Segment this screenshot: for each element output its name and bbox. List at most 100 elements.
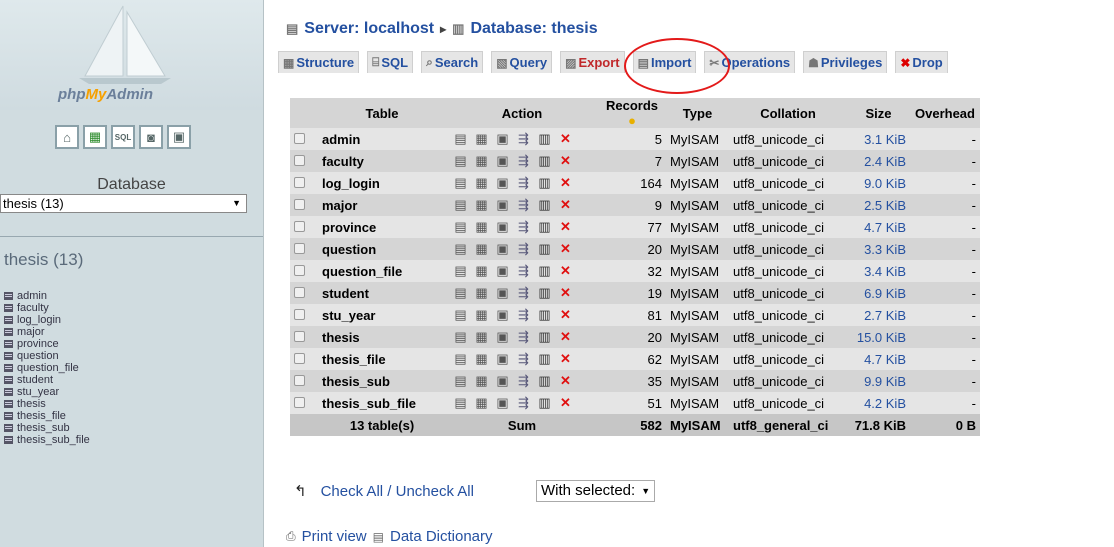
- table-list-item[interactable]: log_login: [4, 314, 90, 326]
- table-icon[interactable]: [4, 352, 13, 360]
- header-collation[interactable]: Collation: [729, 98, 847, 128]
- row-size[interactable]: 3.1 KiB: [847, 128, 910, 150]
- search-icon[interactable]: ▣: [492, 175, 513, 191]
- table-list-item[interactable]: question: [4, 350, 90, 362]
- structure-icon[interactable]: ▦: [471, 307, 492, 323]
- table-icon[interactable]: [4, 388, 13, 396]
- empty-icon[interactable]: ▥: [534, 307, 555, 323]
- empty-icon[interactable]: ▥: [534, 153, 555, 169]
- search-icon[interactable]: ▣: [492, 131, 513, 147]
- phpmyadmin-logo[interactable]: phpMyAdmin: [0, 0, 263, 110]
- row-size[interactable]: 2.5 KiB: [847, 194, 910, 216]
- table-list-item[interactable]: student: [4, 374, 90, 386]
- row-table-name[interactable]: thesis_sub: [318, 370, 446, 392]
- row-checkbox[interactable]: [294, 220, 305, 232]
- tab-drop[interactable]: ✖ Drop: [895, 51, 948, 73]
- row-checkbox[interactable]: [294, 242, 305, 254]
- home-icon[interactable]: ⌂: [55, 125, 79, 149]
- table-icon[interactable]: [4, 436, 13, 444]
- tab-operations[interactable]: ✂ Operations: [704, 51, 796, 73]
- table-icon[interactable]: [4, 412, 13, 420]
- table-icon[interactable]: [4, 424, 13, 432]
- drop-icon[interactable]: ✕: [555, 197, 576, 213]
- breadcrumb-server[interactable]: Server: localhost: [304, 20, 434, 38]
- docs-window-icon[interactable]: ▣: [167, 125, 191, 149]
- table-icon[interactable]: [4, 340, 13, 348]
- row-checkbox[interactable]: [294, 396, 305, 408]
- insert-icon[interactable]: ⇶: [513, 395, 534, 411]
- tab-query[interactable]: ▧ Query: [491, 51, 553, 73]
- structure-icon[interactable]: ▦: [471, 329, 492, 345]
- empty-icon[interactable]: ▥: [534, 241, 555, 257]
- table-list-item[interactable]: thesis_sub: [4, 422, 90, 434]
- search-icon[interactable]: ▣: [492, 219, 513, 235]
- empty-icon[interactable]: ▥: [534, 197, 555, 213]
- table-icon[interactable]: [4, 304, 13, 312]
- row-checkbox[interactable]: [294, 154, 305, 166]
- row-table-name[interactable]: thesis_file: [318, 348, 446, 370]
- table-icon[interactable]: [4, 292, 13, 300]
- table-icon[interactable]: [4, 364, 13, 372]
- drop-icon[interactable]: ✕: [555, 175, 576, 191]
- search-icon[interactable]: ▣: [492, 263, 513, 279]
- insert-icon[interactable]: ⇶: [513, 329, 534, 345]
- row-size[interactable]: 3.4 KiB: [847, 260, 910, 282]
- row-size[interactable]: 2.7 KiB: [847, 304, 910, 326]
- insert-icon[interactable]: ⇶: [513, 197, 534, 213]
- row-table-name[interactable]: major: [318, 194, 446, 216]
- empty-icon[interactable]: ▥: [534, 175, 555, 191]
- row-checkbox[interactable]: [294, 264, 305, 276]
- structure-icon[interactable]: ▦: [471, 285, 492, 301]
- browse-icon[interactable]: ▤: [450, 329, 471, 345]
- browse-icon[interactable]: ▤: [450, 373, 471, 389]
- search-icon[interactable]: ▣: [492, 351, 513, 367]
- row-table-name[interactable]: thesis: [318, 326, 446, 348]
- row-checkbox[interactable]: [294, 286, 305, 298]
- tab-sql[interactable]: ⌸ SQL: [367, 51, 414, 73]
- table-icon[interactable]: [4, 400, 13, 408]
- table-icon[interactable]: [4, 376, 13, 384]
- search-icon[interactable]: ▣: [492, 153, 513, 169]
- table-list-item[interactable]: question_file: [4, 362, 90, 374]
- search-icon[interactable]: ▣: [492, 197, 513, 213]
- drop-icon[interactable]: ✕: [555, 285, 576, 301]
- row-size[interactable]: 3.3 KiB: [847, 238, 910, 260]
- drop-icon[interactable]: ✕: [555, 263, 576, 279]
- row-table-name[interactable]: faculty: [318, 150, 446, 172]
- insert-icon[interactable]: ⇶: [513, 175, 534, 191]
- drop-icon[interactable]: ✕: [555, 131, 576, 147]
- table-list-item[interactable]: faculty: [4, 302, 90, 314]
- browse-icon[interactable]: ▤: [450, 263, 471, 279]
- insert-icon[interactable]: ⇶: [513, 307, 534, 323]
- row-table-name[interactable]: stu_year: [318, 304, 446, 326]
- structure-icon[interactable]: ▦: [471, 395, 492, 411]
- structure-icon[interactable]: ▦: [471, 241, 492, 257]
- row-table-name[interactable]: question: [318, 238, 446, 260]
- tab-import[interactable]: ▤ Import: [632, 51, 697, 73]
- data-dictionary-link[interactable]: Data Dictionary: [390, 528, 493, 545]
- browse-icon[interactable]: ▤: [450, 131, 471, 147]
- table-list-item[interactable]: admin: [4, 290, 90, 302]
- insert-icon[interactable]: ⇶: [513, 241, 534, 257]
- row-checkbox[interactable]: [294, 330, 305, 342]
- structure-icon[interactable]: ▦: [471, 175, 492, 191]
- browse-icon[interactable]: ▤: [450, 219, 471, 235]
- structure-icon[interactable]: ▦: [471, 197, 492, 213]
- drop-icon[interactable]: ✕: [555, 351, 576, 367]
- tab-search[interactable]: ⌕ Search: [421, 51, 484, 73]
- row-size[interactable]: 15.0 KiB: [847, 326, 910, 348]
- search-icon[interactable]: ▣: [492, 241, 513, 257]
- table-list-item[interactable]: province: [4, 338, 90, 350]
- row-table-name[interactable]: thesis_sub_file: [318, 392, 446, 414]
- row-checkbox[interactable]: [294, 308, 305, 320]
- help-icon[interactable]: ●: [628, 113, 636, 128]
- row-size[interactable]: 2.4 KiB: [847, 150, 910, 172]
- structure-icon[interactable]: ▦: [471, 131, 492, 147]
- table-list-item[interactable]: thesis_file: [4, 410, 90, 422]
- empty-icon[interactable]: ▥: [534, 329, 555, 345]
- insert-icon[interactable]: ⇶: [513, 285, 534, 301]
- browse-icon[interactable]: ▤: [450, 395, 471, 411]
- header-size[interactable]: Size: [847, 98, 910, 128]
- search-icon[interactable]: ▣: [492, 329, 513, 345]
- table-icon[interactable]: [4, 328, 13, 336]
